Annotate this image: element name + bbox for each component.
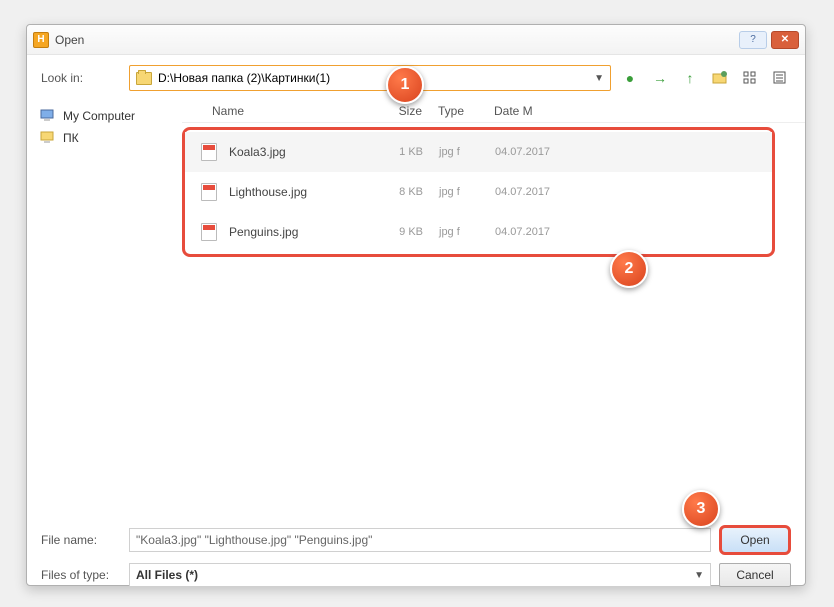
file-area: Name Size Type Date M Koala3.jpg 1 KB jp… bbox=[182, 99, 805, 517]
filetype-label: Files of type: bbox=[41, 568, 121, 582]
jpg-file-icon bbox=[201, 183, 217, 201]
lookin-label: Look in: bbox=[41, 71, 121, 85]
file-row[interactable]: Lighthouse.jpg 8 KB jpg f 04.07.2017 bbox=[185, 172, 772, 212]
computer-icon bbox=[39, 130, 57, 146]
file-row[interactable]: Penguins.jpg 9 KB jpg f 04.07.2017 bbox=[185, 212, 772, 252]
chevron-down-icon: ▼ bbox=[694, 570, 704, 581]
folder-icon bbox=[136, 72, 152, 85]
callout-2: 2 bbox=[610, 250, 648, 288]
chevron-down-icon: ▼ bbox=[594, 73, 604, 84]
open-button[interactable]: Open bbox=[719, 525, 791, 555]
col-name[interactable]: Name bbox=[212, 104, 382, 118]
back-button[interactable]: ● bbox=[619, 67, 641, 89]
sidebar-item-label: ПК bbox=[63, 131, 79, 145]
sidebar-item-pk[interactable]: ПК bbox=[35, 127, 174, 149]
file-type: jpg f bbox=[439, 226, 495, 238]
window-title: Open bbox=[55, 33, 84, 47]
file-name: Koala3.jpg bbox=[229, 145, 383, 159]
col-size[interactable]: Size bbox=[382, 104, 438, 118]
sidebar: My Computer ПК bbox=[27, 99, 182, 517]
column-headers: Name Size Type Date M bbox=[182, 99, 805, 123]
file-row[interactable]: Koala3.jpg 1 KB jpg f 04.07.2017 bbox=[185, 132, 772, 172]
view-icons-button[interactable] bbox=[739, 67, 761, 89]
file-type: jpg f bbox=[439, 146, 495, 158]
filename-label: File name: bbox=[41, 533, 121, 547]
file-date: 04.07.2017 bbox=[495, 146, 550, 158]
help-button[interactable]: ? bbox=[739, 31, 767, 49]
file-name: Penguins.jpg bbox=[229, 225, 383, 239]
col-type[interactable]: Type bbox=[438, 104, 494, 118]
file-name: Lighthouse.jpg bbox=[229, 185, 383, 199]
app-icon: H bbox=[33, 32, 49, 48]
file-size: 1 KB bbox=[383, 146, 439, 158]
sidebar-item-mycomputer[interactable]: My Computer bbox=[35, 105, 174, 127]
callout-3: 3 bbox=[682, 490, 720, 528]
path-combo[interactable]: D:\Новая папка (2)\Картинки(1) ▼ bbox=[129, 65, 611, 91]
callout-1: 1 bbox=[386, 66, 424, 104]
close-button[interactable]: ✕ bbox=[771, 31, 799, 49]
filetype-combo[interactable]: All Files (*) ▼ bbox=[129, 563, 711, 587]
view-list-button[interactable] bbox=[769, 67, 791, 89]
up-button[interactable]: ↑ bbox=[679, 67, 701, 89]
path-text: D:\Новая папка (2)\Картинки(1) bbox=[158, 71, 330, 85]
file-type: jpg f bbox=[439, 186, 495, 198]
computer-icon bbox=[39, 108, 57, 124]
jpg-file-icon bbox=[201, 143, 217, 161]
file-list: Koala3.jpg 1 KB jpg f 04.07.2017 Lightho… bbox=[182, 127, 775, 257]
file-date: 04.07.2017 bbox=[495, 186, 550, 198]
filename-input[interactable]: "Koala3.jpg" "Lighthouse.jpg" "Penguins.… bbox=[129, 528, 711, 552]
file-size: 9 KB bbox=[383, 226, 439, 238]
bottom-panel: File name: "Koala3.jpg" "Lighthouse.jpg"… bbox=[27, 517, 805, 603]
cancel-button[interactable]: Cancel bbox=[719, 563, 791, 587]
titlebar: H Open ? ✕ bbox=[27, 25, 805, 55]
col-date[interactable]: Date M bbox=[494, 104, 805, 118]
new-folder-button[interactable] bbox=[709, 67, 731, 89]
forward-button[interactable]: → bbox=[649, 67, 671, 89]
file-date: 04.07.2017 bbox=[495, 226, 550, 238]
sidebar-item-label: My Computer bbox=[63, 109, 135, 123]
jpg-file-icon bbox=[201, 223, 217, 241]
file-size: 8 KB bbox=[383, 186, 439, 198]
